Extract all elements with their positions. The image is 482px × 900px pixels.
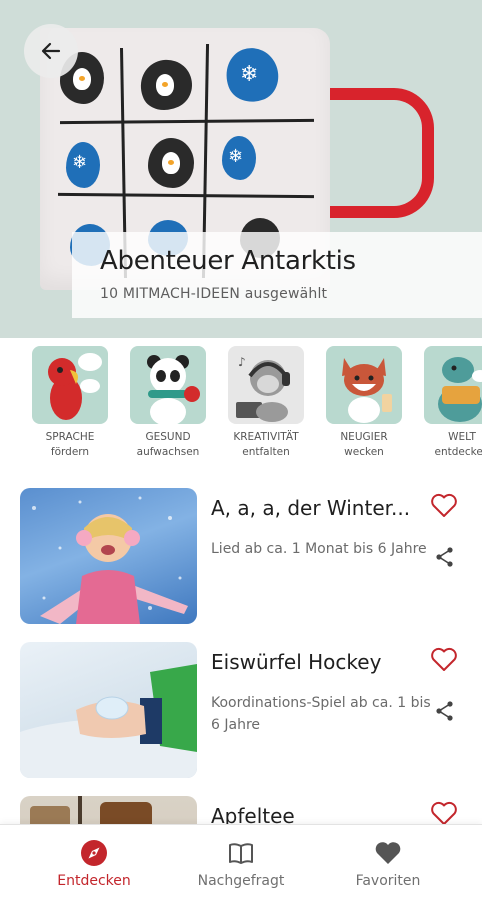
item-thumbnail bbox=[20, 642, 197, 778]
category-welt[interactable]: WELTentdecken bbox=[414, 346, 482, 460]
item-title: Eiswürfel Hockey bbox=[211, 650, 382, 674]
item-description: Lied ab ca. 1 Monat bis 6 Jahre bbox=[211, 541, 427, 557]
category-label: SPRACHE fördern bbox=[45, 431, 95, 458]
panda-illustration bbox=[130, 346, 206, 424]
compass-icon bbox=[81, 840, 107, 866]
nav-label: Nachgefragt bbox=[197, 873, 285, 889]
favorite-heart-icon[interactable] bbox=[430, 492, 458, 518]
fox-illustration bbox=[326, 346, 402, 424]
category-sprache[interactable]: SPRACHE fördern bbox=[22, 346, 118, 460]
category-neugier[interactable]: NEUGIER wecken bbox=[316, 346, 412, 460]
book-icon bbox=[229, 843, 253, 864]
parrot-illustration bbox=[32, 346, 108, 424]
category-label: NEUGIER wecken bbox=[340, 431, 388, 458]
item-thumbnail bbox=[20, 488, 197, 624]
back-button[interactable] bbox=[24, 24, 78, 78]
hero-image: ❄ ❄ ❄ Abenteuer Antarktis 10 MITMACH-IDE… bbox=[0, 0, 482, 338]
svg-text:♪: ♪ bbox=[238, 355, 246, 369]
dino-illustration bbox=[424, 346, 482, 424]
category-gesund[interactable]: GESUND aufwachsen bbox=[120, 346, 216, 460]
nav-label: Entdecken bbox=[57, 873, 131, 889]
nav-favoriten[interactable]: Favoriten bbox=[308, 825, 468, 900]
share-icon[interactable] bbox=[434, 700, 456, 722]
nav-nachgefragt[interactable]: Nachgefragt bbox=[161, 825, 321, 900]
list-item[interactable]: A, a, a, der Winter... Lied ab ca. 1 Mon… bbox=[20, 488, 480, 626]
nav-entdecken[interactable]: Entdecken bbox=[14, 825, 174, 900]
category-carousel[interactable]: SPRACHE fördern GESUND aufwachsen ♪ KREA… bbox=[0, 346, 482, 466]
arrow-left-icon bbox=[41, 42, 61, 60]
heart-icon bbox=[375, 842, 401, 864]
category-kreativitaet[interactable]: ♪ KREATIVITÄT entfalten bbox=[218, 346, 314, 460]
favorite-heart-icon[interactable] bbox=[430, 646, 458, 672]
bottom-navigation: Entdecken Nachgefragt Favoriten bbox=[0, 824, 482, 900]
bag-handle bbox=[318, 88, 434, 218]
page-title: Abenteuer Antarktis bbox=[100, 246, 356, 276]
list-item[interactable]: Eiswürfel Hockey Koordinations-Spiel ab … bbox=[20, 642, 480, 780]
monkey-headphones-illustration: ♪ bbox=[228, 346, 304, 424]
nav-label: Favoriten bbox=[355, 873, 421, 889]
share-icon[interactable] bbox=[434, 546, 456, 568]
category-label: KREATIVITÄT entfalten bbox=[233, 431, 299, 458]
page-subtitle: 10 MITMACH-IDEEN ausgewählt bbox=[100, 286, 328, 302]
hero-title-box: Abenteuer Antarktis 10 MITMACH-IDEEN aus… bbox=[72, 232, 482, 318]
category-label: WELTentdecken bbox=[434, 431, 482, 458]
favorite-heart-icon[interactable] bbox=[430, 800, 458, 826]
category-label: GESUND aufwachsen bbox=[136, 431, 200, 458]
item-title: A, a, a, der Winter... bbox=[211, 496, 411, 520]
item-description: Koordinations-Spiel ab ca. 1 bis 6 Jahre bbox=[211, 695, 431, 733]
